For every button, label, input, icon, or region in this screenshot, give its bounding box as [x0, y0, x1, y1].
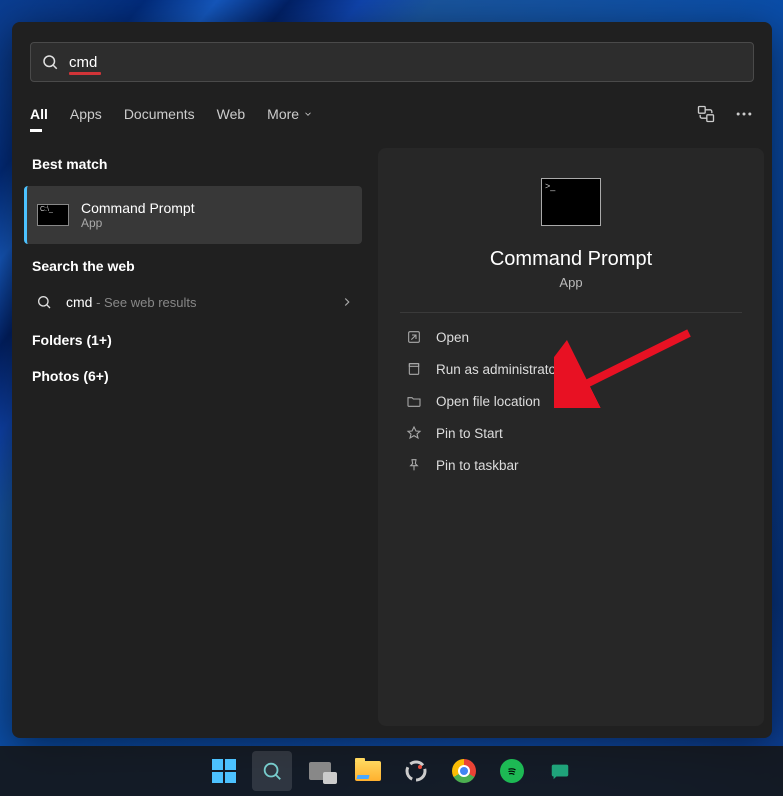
pin-icon	[406, 425, 422, 441]
action-label: Open file location	[436, 394, 540, 409]
start-button[interactable]	[204, 751, 244, 791]
tab-label: All	[30, 106, 48, 122]
action-pin-start[interactable]: Pin to Start	[378, 417, 764, 449]
shield-icon	[406, 361, 422, 377]
action-open-location[interactable]: Open file location	[378, 385, 764, 417]
taskbar	[0, 746, 783, 796]
action-open[interactable]: Open	[378, 321, 764, 353]
connected-apps-icon[interactable]	[696, 104, 716, 124]
search-icon	[36, 294, 52, 310]
preview-title: Command Prompt	[378, 248, 764, 271]
spotify[interactable]	[492, 751, 532, 791]
tab-web[interactable]: Web	[217, 106, 246, 122]
search-web-item[interactable]: cmd - See web results	[20, 282, 366, 322]
action-label: Pin to taskbar	[436, 458, 519, 473]
search-web-header: Search the web	[20, 250, 366, 282]
search-box[interactable]	[30, 42, 754, 82]
web-suffix: - See web results	[92, 295, 196, 310]
open-icon	[406, 329, 422, 345]
search-icon	[261, 760, 283, 782]
action-label: Open	[436, 330, 469, 345]
preview-subtitle: App	[378, 275, 764, 290]
best-match-result[interactable]: C:\_ Command Prompt App	[24, 186, 362, 244]
tab-more[interactable]: More	[267, 106, 313, 122]
tab-all[interactable]: All	[30, 106, 48, 122]
tab-label: Web	[217, 106, 246, 122]
annotation-underline	[69, 72, 101, 75]
folders-section[interactable]: Folders (1+)	[20, 322, 366, 358]
preview-pane: Command Prompt App Open Run as administr…	[378, 148, 764, 726]
taskbar-search[interactable]	[252, 751, 292, 791]
tab-label: Documents	[124, 106, 195, 122]
action-label: Pin to Start	[436, 426, 503, 441]
action-run-as-admin[interactable]: Run as administrator	[378, 353, 764, 385]
chat[interactable]	[540, 751, 580, 791]
search-input[interactable]	[69, 54, 743, 71]
chat-icon	[549, 760, 571, 782]
pin-icon	[406, 457, 422, 473]
action-pin-taskbar[interactable]: Pin to taskbar	[378, 449, 764, 481]
preview-app-icon	[541, 178, 601, 226]
cmd-icon: C:\_	[37, 204, 69, 226]
tab-label: Apps	[70, 106, 102, 122]
app-icon-1[interactable]	[396, 751, 436, 791]
filter-tabs: All Apps Documents Web More	[30, 104, 754, 124]
chevron-right-icon	[340, 295, 354, 309]
circle-app-icon	[404, 759, 428, 783]
search-panel: All Apps Documents Web More Best match C…	[12, 22, 772, 738]
spotify-icon	[505, 764, 519, 778]
web-query-text: cmd	[66, 294, 92, 310]
divider	[400, 312, 742, 313]
search-icon	[41, 53, 59, 71]
photos-section[interactable]: Photos (6+)	[20, 358, 366, 394]
task-view[interactable]	[300, 751, 340, 791]
result-title: Command Prompt	[81, 200, 195, 216]
tab-documents[interactable]: Documents	[124, 106, 195, 122]
folder-icon	[406, 393, 422, 409]
chevron-down-icon	[303, 109, 313, 119]
results-column: Best match C:\_ Command Prompt App Searc…	[20, 148, 366, 726]
tab-apps[interactable]: Apps	[70, 106, 102, 122]
tab-label: More	[267, 106, 299, 122]
action-label: Run as administrator	[436, 362, 561, 377]
file-explorer[interactable]	[348, 751, 388, 791]
chrome[interactable]	[444, 751, 484, 791]
more-options-icon[interactable]	[734, 104, 754, 124]
best-match-header: Best match	[20, 148, 366, 180]
result-subtitle: App	[81, 216, 195, 230]
